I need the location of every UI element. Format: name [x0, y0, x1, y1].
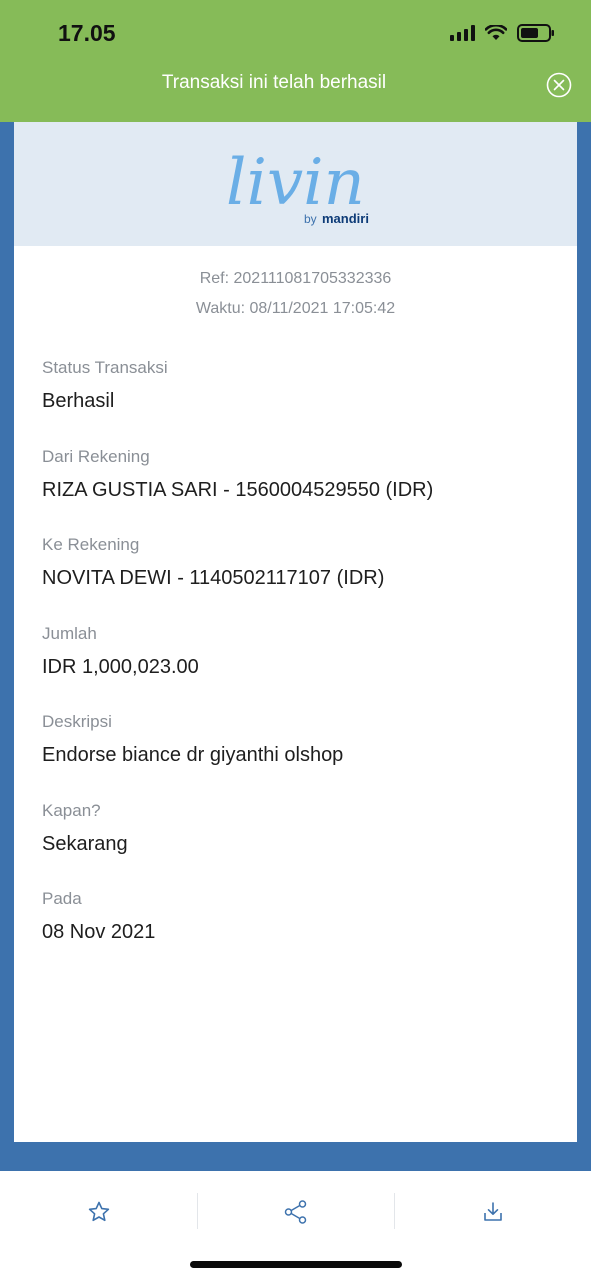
status-bar-icons — [450, 24, 555, 42]
transaction-time: Waktu: 08/11/2021 17:05:42 — [195, 300, 396, 317]
field-value: NOVITA DEWI - 1140502117107 (IDR) — [42, 567, 385, 589]
share-icon — [284, 1200, 306, 1224]
livin-by-mandiri-logo: livin' by mandiri — [226, 146, 370, 226]
field-pada: Pada 08 Nov 2021 — [42, 889, 562, 944]
success-message: Transaksi ini telah berhasil — [161, 72, 387, 93]
star-icon — [88, 1201, 109, 1222]
field-label: Ke Rekening — [42, 535, 140, 554]
field-value: 08 Nov 2021 — [42, 921, 156, 943]
receipt-card: livin' by mandiri Ref: 20211108170533233… — [14, 122, 577, 1142]
field-ke-rekening: Ke Rekening NOVITA DEWI - 1140502117107 … — [42, 535, 562, 590]
cellular-signal-icon — [450, 25, 475, 41]
logo-by: by — [304, 212, 317, 226]
logo-mandiri: mandiri — [322, 211, 369, 226]
wifi-icon — [485, 25, 507, 41]
battery-icon — [517, 24, 555, 42]
download-button[interactable] — [394, 1193, 591, 1231]
field-label: Jumlah — [42, 624, 97, 643]
field-value: Berhasil — [42, 390, 115, 412]
field-label: Deskripsi — [42, 712, 112, 731]
field-value: Sekarang — [42, 833, 128, 855]
field-label: Status Transaksi — [42, 358, 168, 377]
field-value: Endorse biance dr giyanthi olshop — [42, 744, 344, 766]
field-label: Pada — [42, 889, 82, 908]
success-banner: 17.05 Transaksi ini telah berhasil — [0, 0, 591, 122]
field-deskripsi: Deskripsi Endorse biance dr giyanthi ols… — [42, 712, 562, 767]
close-circle-icon — [546, 72, 572, 98]
field-status-transaksi: Status Transaksi Berhasil — [42, 358, 562, 413]
field-value: IDR 1,000,023.00 — [42, 656, 199, 678]
field-label: Kapan? — [42, 801, 101, 820]
logo-wordmark: livin' — [226, 146, 370, 220]
field-jumlah: Jumlah IDR 1,000,023.00 — [42, 624, 562, 679]
reference-number: Ref: 202111081705332336 — [199, 270, 392, 287]
field-kapan: Kapan? Sekarang — [42, 801, 562, 856]
home-indicator[interactable] — [190, 1261, 402, 1268]
close-banner-button[interactable] — [546, 72, 572, 98]
favorite-button[interactable] — [0, 1193, 197, 1231]
logo-header: livin' by mandiri — [14, 122, 577, 246]
field-dari-rekening: Dari Rekening RIZA GUSTIA SARI - 1560004… — [42, 447, 562, 502]
download-icon — [483, 1202, 502, 1221]
field-label: Dari Rekening — [42, 447, 150, 466]
status-bar-time: 17.05 — [58, 20, 116, 46]
field-value: RIZA GUSTIA SARI - 1560004529550 (IDR) — [42, 479, 434, 501]
share-button[interactable] — [197, 1193, 394, 1231]
